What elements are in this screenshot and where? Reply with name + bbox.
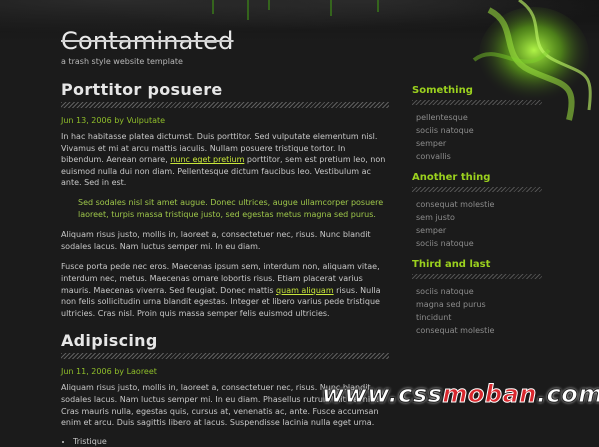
sidebar-heading: Something bbox=[412, 85, 473, 96]
blockquote: Sed sodales nisl sit amet augue. Donec u… bbox=[78, 197, 384, 219]
site-title[interactable]: Contaminated bbox=[61, 27, 234, 55]
paint-drip bbox=[212, 0, 214, 14]
paint-drip bbox=[330, 0, 332, 16]
watermark-text: moban bbox=[442, 380, 537, 409]
inline-link[interactable]: nunc eget pretium bbox=[170, 155, 244, 164]
sidebar-links: pellentesque sociis natoque semper conva… bbox=[416, 111, 542, 163]
paint-drip bbox=[377, 0, 379, 12]
sidebar-links: sociis natoque magna sed purus tincidunt… bbox=[416, 285, 542, 337]
sidebar-heading: Third and last bbox=[412, 259, 491, 270]
inline-link[interactable]: quam aliquam bbox=[276, 286, 334, 295]
sidebar-section: Something pellentesque sociis natoque se… bbox=[412, 84, 542, 163]
watermark-text: .com bbox=[536, 380, 599, 409]
sidebar-heading: Another thing bbox=[412, 172, 491, 183]
heading-divider bbox=[412, 100, 542, 105]
title-divider bbox=[61, 102, 389, 108]
sidebar-section: Third and last sociis natoque magna sed … bbox=[412, 258, 542, 337]
sidebar-link[interactable]: semper bbox=[416, 137, 542, 150]
post-title[interactable]: Porttitor posuere bbox=[61, 80, 389, 100]
sidebar-link[interactable]: sociis natoque bbox=[416, 285, 542, 298]
sidebar-link[interactable]: sem justo bbox=[416, 211, 542, 224]
post-paragraph: In hac habitasse platea dictumst. Duis p… bbox=[61, 131, 389, 189]
sidebar-link[interactable]: semper bbox=[416, 224, 542, 237]
sidebar-link[interactable]: consequat molestie bbox=[416, 198, 542, 211]
sidebar-links: consequat molestie sem justo semper soci… bbox=[416, 198, 542, 250]
sidebar-link[interactable]: convallis bbox=[416, 150, 542, 163]
post-title[interactable]: Adipiscing bbox=[61, 331, 389, 351]
heading-divider bbox=[412, 187, 542, 192]
post-meta: Jun 11, 2006 by Laoreet bbox=[61, 367, 157, 377]
paint-drip bbox=[247, 0, 249, 20]
heading-divider bbox=[412, 274, 542, 279]
post-paragraph: Aliquam risus justo, mollis in, laoreet … bbox=[61, 230, 371, 251]
watermark: www.cssmoban.com bbox=[321, 380, 599, 414]
watermark-text: www.css bbox=[321, 380, 443, 409]
post-paragraph: Fusce porta pede nec eros. Maecenas ipsu… bbox=[61, 261, 389, 319]
title-divider bbox=[61, 353, 389, 360]
sidebar-link[interactable]: tincidunt bbox=[416, 311, 542, 324]
bullet-list: Tristique bbox=[61, 436, 389, 447]
sidebar-link[interactable]: pellentesque bbox=[416, 111, 542, 124]
list-item: Tristique bbox=[73, 436, 389, 447]
sidebar-section: Another thing consequat molestie sem jus… bbox=[412, 171, 542, 250]
post-meta: Jun 13, 2006 by Vulputate bbox=[61, 116, 166, 125]
sidebar-link[interactable]: consequat molestie bbox=[416, 324, 542, 337]
post: Porttitor posuere Jun 13, 2006 by Vulput… bbox=[61, 80, 389, 319]
sidebar: Something pellentesque sociis natoque se… bbox=[412, 84, 542, 345]
sidebar-link[interactable]: sociis natoque bbox=[416, 124, 542, 137]
sidebar-link[interactable]: sociis natoque bbox=[416, 237, 542, 250]
site-tagline: a trash style website template bbox=[61, 57, 183, 66]
sidebar-link[interactable]: magna sed purus bbox=[416, 298, 542, 311]
paint-drip bbox=[268, 0, 270, 10]
